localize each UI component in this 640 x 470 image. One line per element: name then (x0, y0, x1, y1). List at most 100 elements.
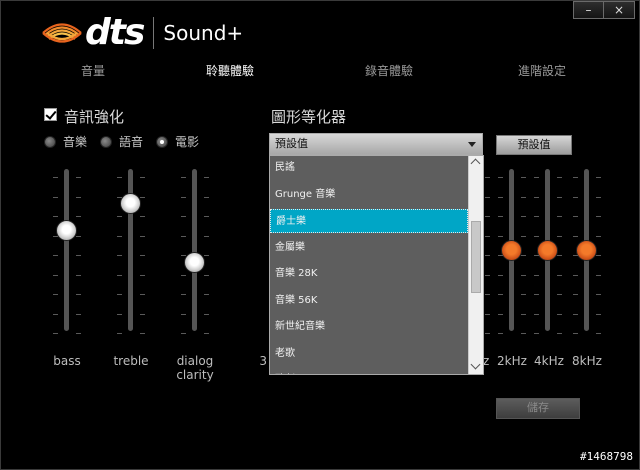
slider-tick (485, 196, 490, 198)
slider-tick (521, 274, 526, 276)
enhancement-label: 音訊強化 (64, 108, 125, 126)
slider-tick (181, 216, 186, 217)
slider-tick (117, 196, 122, 198)
slider-tick (485, 235, 490, 237)
eq-band-8khz-slider[interactable] (567, 169, 607, 349)
dropdown-option[interactable]: 音樂 56K (270, 289, 468, 313)
slider-tick (204, 294, 209, 295)
slider-tick (485, 333, 490, 334)
slider-tick (534, 333, 539, 334)
window-controls: – × (573, 1, 635, 19)
slider-tick (117, 313, 122, 315)
slider-tick (140, 216, 145, 217)
slider-tick (204, 333, 209, 334)
slider-tick (596, 255, 601, 256)
slider-tick (53, 216, 58, 217)
radio-icon (100, 135, 113, 148)
slider-tick (596, 313, 601, 315)
dropdown-option[interactable]: 爵士樂 (270, 209, 468, 233)
slider-tick (596, 235, 601, 237)
dropdown-option[interactable]: 民謠 (270, 156, 468, 180)
chevron-up-icon[interactable] (470, 158, 481, 169)
slider-track (192, 169, 197, 331)
eq-band-2khz-slider[interactable] (492, 169, 532, 349)
slider-tick (521, 255, 526, 256)
slider-tick (557, 274, 562, 276)
mode-radio-movie[interactable]: 電影 (156, 133, 199, 150)
enhancement-checkbox[interactable] (44, 108, 57, 121)
slider-knob[interactable] (184, 252, 205, 273)
slider-knob[interactable] (537, 240, 558, 261)
slider-tick (485, 255, 490, 256)
slider-tick (498, 255, 503, 256)
scrollbar-thumb[interactable] (471, 221, 481, 293)
slider-knob[interactable] (576, 240, 597, 261)
slider-tick (181, 294, 186, 295)
dialog-clarity-slider[interactable] (175, 169, 215, 349)
radio-label: 音樂 (63, 135, 88, 149)
slider-tick (140, 255, 145, 256)
preset-dropdown[interactable]: 預設值 (269, 133, 483, 155)
dropdown-option[interactable]: 老歌 (270, 342, 468, 366)
slider-knob[interactable] (501, 240, 522, 261)
slider-tick (534, 274, 539, 276)
mode-radio-music[interactable]: 音樂 (44, 133, 87, 150)
slider-tick (557, 235, 562, 237)
watermark-id: #1468798 (580, 450, 633, 463)
slider-tick (521, 216, 526, 217)
radio-icon (44, 135, 56, 148)
reset-preset-button[interactable]: 預設值 (496, 135, 572, 155)
preset-dropdown-value: 預設值 (275, 137, 308, 150)
slider-tick (181, 196, 186, 198)
tab-advanced[interactable]: 進階設定 (518, 62, 566, 79)
treble-slider[interactable] (111, 169, 151, 349)
save-button[interactable]: 儲存 (496, 398, 580, 419)
slider-tick (53, 255, 58, 256)
dropdown-scrollbar[interactable] (468, 156, 483, 374)
preset-dropdown-list: 民謠 Grunge 音樂爵士樂金屬樂音樂 28K 音樂 56K新世紀音樂老歌歌劇 (269, 155, 484, 375)
slider-tick (181, 255, 186, 256)
mode-radio-voice[interactable]: 語音 (100, 133, 143, 150)
slider-tick (498, 235, 503, 237)
equalizer-title: 圖形等化器 (271, 108, 347, 126)
slider-tick (140, 333, 145, 334)
slider-tick (596, 274, 601, 276)
eq-band-label-partial: 3 (259, 354, 267, 368)
slider-tick (498, 177, 503, 178)
slider-tick (485, 313, 490, 315)
dropdown-option[interactable]: 金屬樂 (270, 236, 468, 260)
slider-knob[interactable] (120, 193, 141, 214)
eq-band-4khz-slider[interactable] (528, 169, 568, 349)
slider-tick (76, 313, 81, 315)
slider-tick (534, 313, 539, 315)
minimize-button[interactable]: – (573, 1, 604, 19)
slider-tick (53, 274, 58, 276)
slider-tick (521, 196, 526, 198)
eq-band-8khz-label: 8kHz (572, 354, 602, 368)
bass-slider[interactable] (47, 169, 87, 349)
slider-tick (204, 235, 209, 237)
chevron-down-icon[interactable] (470, 359, 481, 370)
slider-knob[interactable] (56, 220, 77, 241)
slider-tick (573, 196, 578, 198)
slider-tick (76, 333, 81, 334)
slider-tick (140, 313, 145, 315)
slider-tick (181, 177, 186, 178)
close-button[interactable]: × (604, 1, 635, 19)
slider-tick (117, 294, 122, 295)
dropdown-option[interactable]: 歌劇 (270, 368, 468, 374)
slider-tick (204, 274, 209, 276)
slider-tick (534, 177, 539, 178)
slider-tick (573, 235, 578, 237)
slider-tick (557, 216, 562, 217)
slider-tick (573, 274, 578, 276)
dropdown-option[interactable]: Grunge 音樂 (270, 183, 468, 207)
slider-tick (204, 313, 209, 315)
tab-listening[interactable]: 聆聽體驗 (206, 62, 254, 79)
dropdown-option[interactable]: 新世紀音樂 (270, 315, 468, 339)
dropdown-option[interactable]: 音樂 28K (270, 262, 468, 286)
slider-tick (485, 216, 490, 217)
slider-tick (204, 216, 209, 217)
tab-recording[interactable]: 錄音體驗 (365, 62, 413, 79)
tab-volume[interactable]: 音量 (81, 62, 105, 79)
